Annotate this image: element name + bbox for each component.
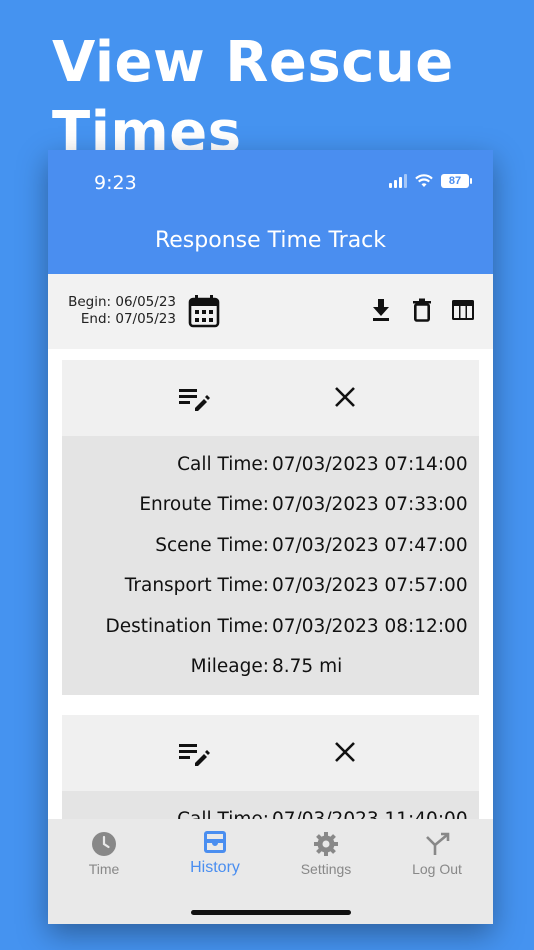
date-range: Begin: 06/05/23 End: 07/05/23 [66,294,176,328]
calendar-icon[interactable] [188,294,220,328]
wifi-icon [415,174,433,187]
end-date: End: 07/05/23 [80,311,176,327]
record-list[interactable]: Call Time: 07/03/2023 07:14:00 Enroute Ti… [48,349,493,819]
battery-icon: 87 [441,174,472,188]
row-label: Scene Time: [155,534,269,556]
row-label: Mileage: [190,656,269,678]
card-actions [62,360,479,436]
scene-time-row: Scene Time: 07/03/2023 07:47:00 [62,525,479,566]
row-value: 07/03/2023 07:14:00 [272,453,468,475]
signal-icon [389,174,407,188]
status-time: 9:23 [94,172,137,194]
delete-icon[interactable] [412,298,432,322]
mileage-row: Mileage: 8.75 mi [62,647,479,688]
row-label: Call Time: [62,809,269,819]
status-icons: 87 [389,174,472,188]
inbox-icon [204,831,226,853]
card-actions [62,715,479,791]
table-view-icon[interactable] [451,298,475,322]
row-label: Destination Time: [105,615,269,637]
logout-icon [426,832,450,855]
edit-note-icon[interactable] [178,741,210,767]
clock-icon [92,832,116,856]
row-label: Transport Time: [124,575,269,597]
row-value: 8.75 mi [272,656,343,678]
record-card: Call Time: 07/03/2023 07:14:00 Enroute Ti… [62,360,479,695]
row-value: 07/03/2023 07:33:00 [272,494,468,516]
row-value: 07/03/2023 08:12:00 [272,615,468,637]
filter-bar: Begin: 06/05/23 End: 07/05/23 [48,274,493,349]
tab-label: History [190,859,240,876]
tab-label: Time [88,861,120,877]
tab-settings[interactable]: Settings [286,831,366,877]
call-time-row: Call Time: 07/03/2023 07:14:00 [62,444,479,485]
transport-time-row: Transport Time: 07/03/2023 07:57:00 [62,566,479,607]
call-time-row: Call Time:07/03/2023 11:40:00 [62,799,479,819]
tab-label: Log Out [412,861,462,877]
tab-time[interactable]: Time [64,831,144,877]
app-title: Response Time Track [154,228,387,253]
record-card: Call Time:07/03/2023 11:40:00 [62,715,479,819]
row-label: Call Time: [177,453,269,475]
close-icon[interactable] [334,741,356,763]
tab-history[interactable]: History [175,829,255,877]
tab-label: Settings [300,861,352,877]
card-body: Call Time:07/03/2023 11:40:00 [62,791,479,819]
row-value: 07/03/2023 07:57:00 [272,575,468,597]
row-label: Enroute Time: [139,494,269,516]
phone-screen: 9:23 87 Response Time Track Begin: 06/05… [48,150,493,924]
tab-log-out[interactable]: Log Out [397,831,477,877]
download-icon[interactable] [370,298,392,322]
gear-icon [314,832,338,856]
card-body: Call Time: 07/03/2023 07:14:00 Enroute Ti… [62,436,479,695]
edit-note-icon[interactable] [178,386,210,412]
tab-bar: Time History Settings Log Out [48,819,493,924]
enroute-time-row: Enroute Time: 07/03/2023 07:33:00 [62,485,479,526]
begin-date: Begin: 06/05/23 [68,294,176,310]
headline: View Rescue Times [52,30,454,165]
app-bar: 9:23 87 Response Time Track [48,150,493,274]
row-value: 07/03/2023 07:47:00 [272,534,468,556]
close-icon[interactable] [334,386,356,408]
destination-time-row: Destination Time: 07/03/2023 08:12:00 [62,606,479,647]
home-indicator [191,910,351,915]
row-value: 07/03/2023 11:40:00 [269,809,468,819]
